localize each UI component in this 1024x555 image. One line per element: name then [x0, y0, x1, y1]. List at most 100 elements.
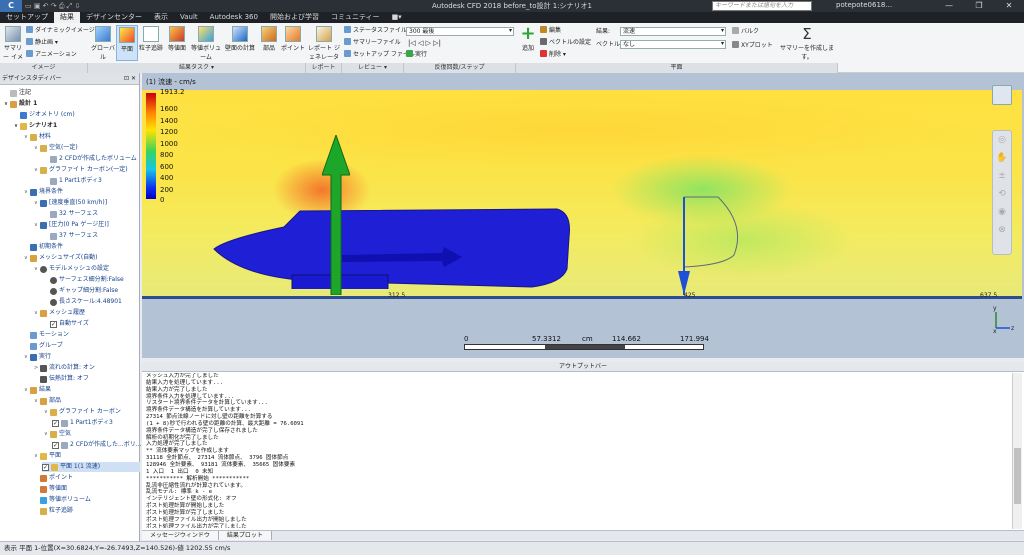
output-messages[interactable]: メッシュ入力が完了しました 結果入力を処理しています... 結果入力が完了しました境…	[146, 373, 1006, 528]
tree-item[interactable]: ∨ メッシュサイズ(自動)	[24, 253, 98, 263]
delete-button[interactable]: 削除 ▾	[540, 50, 566, 60]
tree-item[interactable]: ∨ 実行	[24, 352, 51, 362]
tree-item[interactable]: ∨ [速度垂直(50 km/h)]	[34, 198, 107, 208]
tree-item[interactable]: ∨ 境界条件	[24, 187, 63, 197]
isovolume-icon	[198, 26, 214, 42]
tree-item[interactable]: ∨ モデルメッシュの設定	[34, 264, 109, 274]
xy-plot-button[interactable]: XYプロット	[732, 41, 773, 51]
vector-settings-button[interactable]: ベクトルの設定	[540, 38, 591, 48]
plane-normal-arrow-icon[interactable]	[322, 135, 350, 295]
plane-rotation-gizmo-icon[interactable]	[676, 195, 746, 300]
checkbox[interactable]: ✓	[52, 441, 59, 449]
checkbox[interactable]: ✓	[50, 320, 57, 328]
iteration-select[interactable]: 300 最後	[406, 27, 514, 36]
tree-item[interactable]: モーション	[24, 330, 69, 340]
tree-item[interactable]: > 流れの計算: オン	[34, 363, 95, 373]
tab-view[interactable]: 表示	[148, 12, 174, 23]
tree-item[interactable]: ∨ [圧力(0 Pa ゲージ圧)]	[34, 220, 109, 230]
summary-image-button[interactable]: サマリー イメージ	[2, 25, 24, 70]
tab-design-center[interactable]: デザインセンター	[80, 12, 148, 23]
isovolume-button[interactable]: 等値ボリューム	[190, 25, 222, 61]
tree-item[interactable]: 粒子追跡	[34, 506, 73, 516]
plane-button[interactable]: 平面	[116, 25, 138, 61]
tree-item[interactable]: ∨ グラファイト カーボン	[44, 407, 121, 417]
minimize-icon[interactable]: —	[934, 0, 964, 12]
edit-button[interactable]: 編集	[540, 26, 561, 36]
tab-vault[interactable]: Vault	[174, 12, 204, 23]
result-select[interactable]: 流速	[620, 27, 726, 36]
parts-button[interactable]: 部品	[258, 25, 280, 61]
tree-item[interactable]: ✓ 1 Part1ボディ3	[52, 418, 113, 428]
status-file-button[interactable]: ステータスファイル	[344, 26, 407, 36]
tree-item[interactable]: 等値ボリューム	[34, 495, 91, 505]
tree-item[interactable]: 伝熱計算: オフ	[34, 374, 89, 384]
tree-item[interactable]: ジオメトリ (cm)	[14, 110, 75, 120]
tree-item[interactable]: ∨ グラファイト カーボン(一定)	[34, 165, 128, 175]
quick-access-icons[interactable]: ▭ ▣ ↶ ↷ ⎙ ⤢ ⇩	[25, 2, 80, 11]
viewcube-icon[interactable]	[992, 85, 1012, 105]
tree-item[interactable]: 初期条件	[24, 242, 63, 252]
run-button[interactable]: 実行	[406, 50, 427, 60]
car-body-model[interactable]	[212, 207, 572, 289]
tree-item[interactable]: ∨ 材料	[24, 132, 51, 142]
tree-item[interactable]: サーフェス細分割:False	[44, 275, 124, 285]
checkbox[interactable]: ✓	[42, 463, 49, 471]
tree-item[interactable]: ∨ 空気	[44, 429, 71, 439]
add-plane-button[interactable]: + 追加	[518, 25, 538, 61]
panel-controls[interactable]: ⊡ ✕	[124, 73, 136, 85]
restore-icon[interactable]: ❐	[964, 0, 994, 12]
tree-item[interactable]: グループ	[24, 341, 63, 351]
tree-item[interactable]: ∨ 設計 1	[4, 99, 37, 109]
dynamic-image-button[interactable]: ダイナミックイメージ	[26, 26, 95, 36]
tree-item[interactable]: 2 CFDが作成したボリューム	[44, 154, 137, 164]
app-menu-button[interactable]: C	[0, 0, 22, 12]
tab-results[interactable]: 結果	[54, 12, 80, 23]
user-account[interactable]: potepote0618...	[836, 1, 892, 9]
bulk-button[interactable]: バルク	[732, 27, 759, 37]
tree-item[interactable]: ∨ シナリオ1	[14, 121, 57, 131]
create-summary-button[interactable]: Σ サマリーを作成します。	[778, 25, 836, 61]
tree-item[interactable]: ✓ 自動サイズ	[44, 319, 89, 329]
nav-tools[interactable]: ◎ ✋ ± ⟲ ◉ ⊗	[992, 130, 1012, 255]
isosurface-button[interactable]: 等値面	[164, 25, 190, 61]
close-icon[interactable]: ✕	[994, 0, 1024, 12]
setup-file-button[interactable]: セットアップ ファイル	[344, 50, 415, 60]
output-scrollbar[interactable]	[1012, 373, 1022, 529]
tree-item[interactable]: 37 サーフェス	[44, 231, 98, 241]
summary-file-button[interactable]: サマリーファイル	[344, 38, 401, 48]
scroll-thumb[interactable]	[1014, 448, 1021, 504]
tree-item[interactable]: 注記	[4, 88, 31, 98]
help-search-input[interactable]: キーワードまたは語句を入力	[712, 1, 812, 11]
tree-item[interactable]: ∨ 平面	[34, 451, 61, 461]
tab-setup[interactable]: セットアップ	[0, 12, 54, 23]
tree-item[interactable]: ギャップ細分割:False	[44, 286, 118, 296]
checkbox[interactable]: ✓	[52, 419, 59, 427]
tab-message-window[interactable]: メッセージウィンドウ	[142, 531, 219, 540]
animation-button[interactable]: アニメーション	[26, 50, 77, 60]
tree-item[interactable]: 32 サーフェス	[44, 209, 98, 219]
still-image-button[interactable]: 静止画 ▾	[26, 38, 58, 48]
tab-autodesk-360[interactable]: Autodesk 360	[204, 12, 264, 23]
tab-community[interactable]: コミュニティー	[325, 12, 386, 23]
tree-item[interactable]: 1 Part1ボディ3	[44, 176, 102, 186]
wall-calc-button[interactable]: 壁面の計算	[224, 25, 256, 61]
tree-item[interactable]: ∨ メッシュ履歴	[34, 308, 85, 318]
tree-item[interactable]: ∨ 結果	[24, 385, 51, 395]
playback-controls[interactable]: |◁ ◁ ▷ ▷|	[408, 38, 441, 48]
output-bar-title: アウトプットバー	[142, 362, 1024, 372]
tab-getting-started[interactable]: 開始および学習	[264, 12, 325, 23]
global-button[interactable]: グローバル	[90, 25, 116, 61]
point-button[interactable]: ポイント	[281, 25, 305, 61]
report-generator-button[interactable]: レポート ジェネレータ	[308, 25, 340, 61]
tree-item[interactable]: ∨ 空気(一定)	[34, 143, 78, 153]
tab-result-plot[interactable]: 結果プロット	[218, 531, 272, 540]
tree-item[interactable]: ✓ 2 CFDが作成した...ボリ...	[52, 440, 141, 450]
particle-trace-button[interactable]: 粒子追跡	[138, 25, 164, 61]
tree-item-selected[interactable]: ✓ 平面 1(1 流速)	[42, 462, 140, 472]
vector-select[interactable]: なし	[620, 40, 726, 49]
tree-item[interactable]: ∨ 部品	[34, 396, 61, 406]
tab-extra[interactable]: ■▾	[386, 12, 408, 23]
tree-item[interactable]: 長さスケール:4.48901	[44, 297, 122, 307]
tree-item[interactable]: 等値面	[34, 484, 67, 494]
tree-item[interactable]: ポイント	[34, 473, 73, 483]
